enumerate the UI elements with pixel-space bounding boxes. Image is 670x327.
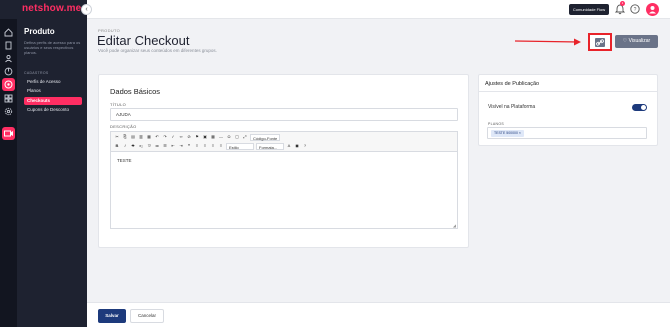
anchor-icon[interactable]: ⚑ xyxy=(194,134,200,140)
align-right-icon[interactable]: ≡ xyxy=(210,143,216,149)
grid-icon[interactable] xyxy=(4,94,13,103)
maximize-icon[interactable]: ⤢ xyxy=(242,134,248,140)
sidebar-description: Defina perfis de acesso para os usuários… xyxy=(24,40,81,55)
plan-tag[interactable]: TESTE 500000 × xyxy=(491,130,524,137)
title-input[interactable]: AJUDA xyxy=(110,108,458,121)
community-button[interactable]: Comunidade Flow xyxy=(569,4,609,15)
remove-tag-icon[interactable]: × xyxy=(519,131,521,135)
plans-input[interactable]: TESTE 500000 × xyxy=(487,127,647,139)
top-bar: netshow.me ‹ Comunidade Flow 1 ? xyxy=(0,0,670,19)
page-subtitle: Você pode organizar seus conteúdos em di… xyxy=(98,48,217,53)
chart-icon[interactable] xyxy=(4,67,13,76)
indent-icon[interactable]: ⇥ xyxy=(178,143,184,149)
user-icon xyxy=(649,6,656,14)
link-icon xyxy=(595,38,605,47)
unlink-icon[interactable]: ⊘ xyxy=(186,134,192,140)
source-button[interactable]: Código-Fonte xyxy=(250,133,281,141)
rich-text-editor[interactable]: ✂ ⎘ ▤ ▥ ▦ ↶ ↷ ✓ ∞ ⊘ ⚑ ▣ ▦ — Ω ▢ ⤢ Código… xyxy=(110,131,458,229)
settings-icon[interactable] xyxy=(4,107,13,116)
collapse-sidebar-button[interactable]: ‹ xyxy=(81,4,92,15)
visible-toggle[interactable] xyxy=(632,104,647,111)
notification-badge: 1 xyxy=(620,1,625,6)
sidebar-item-checkouts[interactable]: Checkouts xyxy=(24,97,82,105)
editor-toolbar: ✂ ⎘ ▤ ▥ ▦ ↶ ↷ ✓ ∞ ⊘ ⚑ ▣ ▦ — Ω ▢ ⤢ Código… xyxy=(111,132,457,152)
undo-icon[interactable]: ↶ xyxy=(154,134,160,140)
text-color-icon[interactable]: A xyxy=(286,143,292,149)
plan-tag-label: TESTE 500000 xyxy=(494,131,518,135)
iframe-icon[interactable]: ▢ xyxy=(234,134,240,140)
copy-link-button[interactable] xyxy=(588,33,612,51)
visible-label: Visível na Plataforma xyxy=(488,104,536,110)
video-icon xyxy=(4,130,13,137)
italic-icon[interactable]: I xyxy=(122,143,128,149)
editor-content[interactable]: TESTE xyxy=(117,158,132,163)
avatar[interactable] xyxy=(646,3,659,16)
redo-icon[interactable]: ↷ xyxy=(162,134,168,140)
blockquote-icon[interactable]: ❝ xyxy=(186,143,192,149)
document-icon[interactable] xyxy=(4,41,13,50)
page-title: Editar Checkout xyxy=(97,33,190,48)
home-icon[interactable] xyxy=(4,28,13,37)
basic-data-title: Dados Básicos xyxy=(110,87,161,96)
help-icon[interactable]: ? xyxy=(630,4,640,14)
help-editor-icon[interactable]: ? xyxy=(302,143,308,149)
svg-text:?: ? xyxy=(634,7,637,13)
product-icon xyxy=(4,80,13,89)
align-center-icon[interactable]: ≡ xyxy=(202,143,208,149)
special-char-icon[interactable]: Ω xyxy=(226,134,232,140)
style-select[interactable]: Estilo xyxy=(226,142,254,150)
bold-icon[interactable]: B xyxy=(114,143,120,149)
strike-icon[interactable]: S xyxy=(130,143,136,149)
video-nav[interactable] xyxy=(2,127,15,140)
product-nav-active[interactable] xyxy=(2,78,15,91)
table-icon[interactable]: ▦ xyxy=(210,134,216,140)
title-label: TÍTULO xyxy=(110,102,127,107)
footer-bar: Salvar Cancelar xyxy=(87,302,670,327)
view-button-label: Visualizar xyxy=(628,38,651,44)
outdent-icon[interactable]: ⇤ xyxy=(170,143,176,149)
toggle-knob xyxy=(641,105,646,110)
cancel-button[interactable]: Cancelar xyxy=(130,309,164,323)
logo[interactable]: netshow.me xyxy=(22,3,81,14)
icon-rail xyxy=(0,19,17,327)
paste-icon[interactable]: ▤ xyxy=(130,134,136,140)
paste-word-icon[interactable]: ▦ xyxy=(146,134,152,140)
divider xyxy=(479,91,657,92)
users-icon[interactable] xyxy=(4,54,13,63)
align-left-icon[interactable]: ≡ xyxy=(194,143,200,149)
sidebar-item-perfis-de-acesso[interactable]: Perfis de Acesso xyxy=(24,78,82,86)
sidebar-item-planos[interactable]: Planos xyxy=(24,87,82,95)
image-icon[interactable]: ▣ xyxy=(202,134,208,140)
description-label: DESCRIÇÃO xyxy=(110,124,137,129)
save-button[interactable]: Salvar xyxy=(98,309,126,323)
toolbar-row-2: B I S x₂ T̸ ≔ ☰ ⇤ ⇥ ❝ ≡ ≡ ≡ ≡ Estilo For… xyxy=(114,142,308,150)
paste-text-icon[interactable]: ▥ xyxy=(138,134,144,140)
sidebar-item-cupons-de-desconto[interactable]: Cupons de Desconto xyxy=(24,106,82,114)
link-editor-icon[interactable]: ∞ xyxy=(178,134,184,140)
subscript-icon[interactable]: x₂ xyxy=(138,143,144,149)
bullet-list-icon[interactable]: ☰ xyxy=(162,143,168,149)
product-sidebar: Produto Defina perfis de acesso para os … xyxy=(17,19,87,327)
hr-icon[interactable]: — xyxy=(218,134,224,140)
sidebar-title: Produto xyxy=(24,27,55,36)
red-arrow-annotation xyxy=(515,38,581,46)
background-color-icon[interactable]: ◼ xyxy=(294,143,300,149)
basic-data-card: Dados Básicos TÍTULO AJUDA DESCRIÇÃO ✂ ⎘… xyxy=(98,74,469,248)
cut-icon[interactable]: ✂ xyxy=(114,134,120,140)
format-select[interactable]: Formata... xyxy=(256,142,284,150)
view-button[interactable]: ♡ Visualizar xyxy=(615,35,658,48)
justify-icon[interactable]: ≡ xyxy=(218,143,224,149)
resize-handle-icon[interactable]: ◢ xyxy=(453,223,456,228)
logo-area: netshow.me xyxy=(0,0,87,19)
plans-label: PLANOS xyxy=(488,122,504,126)
publish-settings-title: Ajustes de Publicação xyxy=(485,81,540,87)
numbered-list-icon[interactable]: ≔ xyxy=(154,143,160,149)
toolbar-row-1: ✂ ⎘ ▤ ▥ ▦ ↶ ↷ ✓ ∞ ⊘ ⚑ ▣ ▦ — Ω ▢ ⤢ Código… xyxy=(114,133,281,141)
sidebar-section-label: CADASTROS xyxy=(24,71,49,75)
clear-format-icon[interactable]: T̸ xyxy=(146,143,152,149)
copy-icon[interactable]: ⎘ xyxy=(122,134,128,140)
spellcheck-icon[interactable]: ✓ xyxy=(170,134,176,140)
